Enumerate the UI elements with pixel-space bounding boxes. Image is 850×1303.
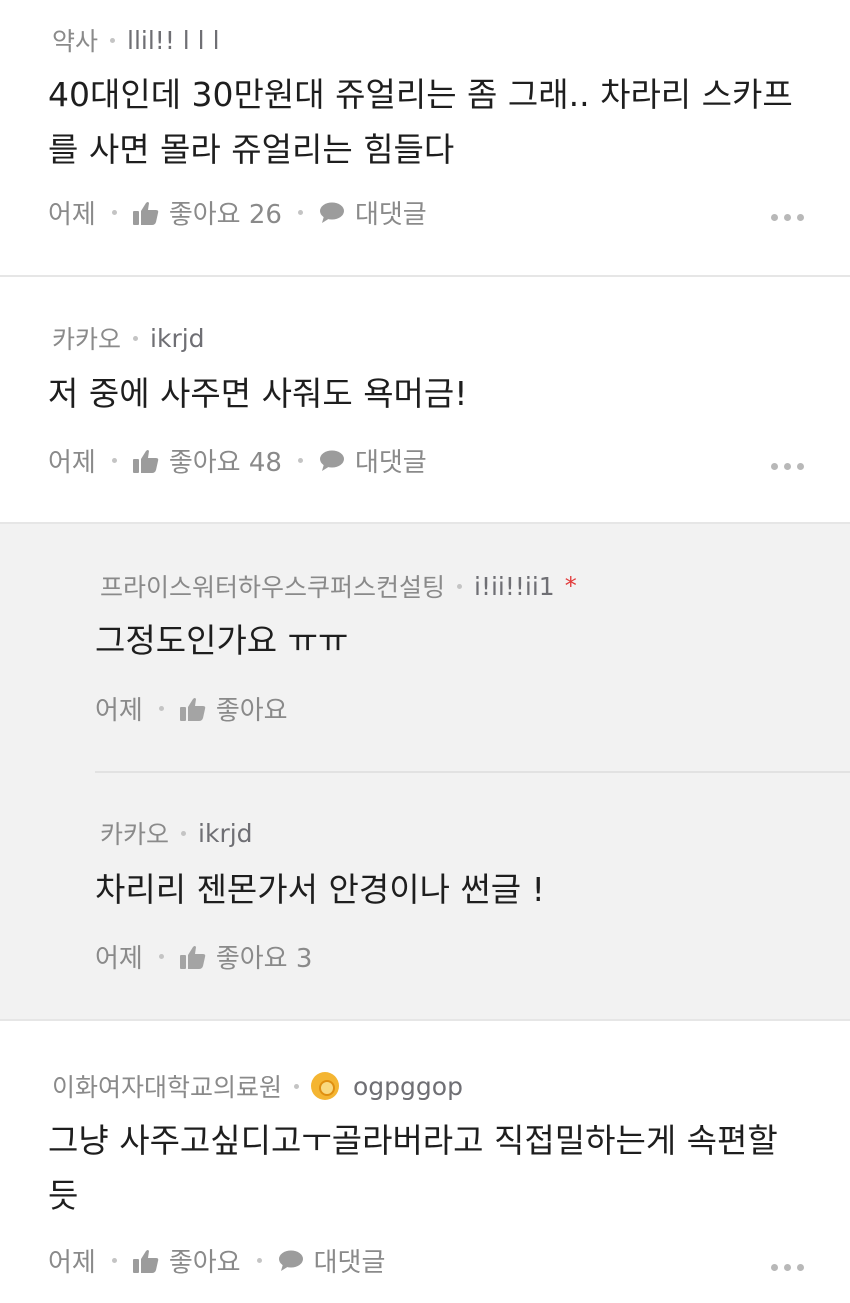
like-label: 좋아요 [168, 1248, 241, 1278]
like-count-label: 좋아요 3 [215, 944, 313, 974]
affiliation-label: 약사 [52, 27, 99, 56]
separator-dot [158, 706, 164, 711]
comment-text-line: 듯 [48, 1176, 79, 1215]
comment-item: 약사 llil!! l l l 40대인데 30만원대 쥬얼리는 좀 그래.. … [0, 0, 850, 275]
comment-item: 이화여자대학교의료원 ogpggop 그냥 사주고싶디고ㅜ골라버라고 직접밀하는… [0, 1021, 850, 1303]
comment-item: 카카오 ikrjd 저 중에 사주면 사줘도 욕머금! 어제 좋아요 48 대댓… [0, 277, 850, 523]
separator-dot [158, 954, 164, 959]
reply-label: 대댓글 [354, 200, 427, 230]
like-button[interactable]: 좋아요 3 [179, 938, 313, 975]
separator-dot [256, 1258, 262, 1263]
reply-text: 차리리 젠몬가서 안경이나 썬글 ! [95, 870, 545, 909]
username-link[interactable]: llil!! l l l [127, 26, 220, 55]
reply-label: 대댓글 [313, 1248, 386, 1278]
reply-label: 대댓글 [354, 448, 427, 478]
affiliation-label: 이화여자대학교의료원 [52, 1073, 283, 1102]
comment-actions: 어제 좋아요 48 대댓글 [48, 442, 427, 479]
like-count-label: 좋아요 48 [168, 448, 282, 478]
separator-dot [110, 37, 116, 43]
comment-text-line: 그냥 사주고싶디고ㅜ골라버라고 직접밀하는게 속편할 [48, 1121, 778, 1160]
reply-button[interactable]: 대댓글 [319, 442, 427, 479]
speech-bubble-icon [278, 1250, 303, 1271]
comment-text-line: 를 사면 몰라 쥬얼리는 힘들다 [48, 130, 455, 169]
reply-actions: 어제 좋아요 3 [95, 938, 312, 975]
reply-meta: 프라이스워터하우스쿠퍼스컨설팅 i!ii!!ii1 * [100, 568, 577, 604]
separator-dot [133, 335, 139, 341]
separator-dot [297, 210, 303, 215]
more-options-icon[interactable] [771, 463, 804, 470]
replies-section: 프라이스워터하우스쿠퍼스컨설팅 i!ii!!ii1 * 그정도인가요 ㅠㅠ 어제… [0, 524, 850, 1019]
separator-dot [294, 1083, 300, 1089]
speech-bubble-icon [319, 450, 344, 471]
author-marker: * [564, 572, 577, 600]
like-button[interactable]: 좋아요 [132, 1242, 241, 1279]
reply-button[interactable]: 대댓글 [278, 1242, 386, 1279]
username-link[interactable]: i!ii!!ii1 [474, 572, 555, 601]
comment-time: 어제 [48, 200, 96, 230]
comment-meta: 카카오 ikrjd [52, 320, 205, 356]
reply-time: 어제 [95, 696, 143, 726]
comment-text: 저 중에 사주면 사줘도 욕머금! [48, 366, 468, 421]
thumbs-up-icon [179, 697, 206, 721]
reply-button[interactable]: 대댓글 [319, 194, 427, 231]
like-label: 좋아요 [215, 696, 288, 726]
comment-meta: 이화여자대학교의료원 ogpggop [52, 1068, 463, 1104]
reply-meta: 카카오 ikrjd [100, 815, 253, 851]
username-link[interactable]: ikrjd [198, 819, 253, 848]
like-button[interactable]: 좋아요 48 [132, 442, 282, 479]
like-button[interactable]: 좋아요 [179, 690, 288, 727]
thumbs-up-icon [132, 449, 159, 473]
comment-text: 40대인데 30만원대 쥬얼리는 좀 그래.. 차라리 스카프 를 사면 몰라 … [48, 67, 793, 177]
more-options-icon[interactable] [771, 1264, 804, 1271]
comment-text: 그냥 사주고싶디고ㅜ골라버라고 직접밀하는게 속편할 듯 [48, 1113, 778, 1223]
username-link[interactable]: ikrjd [150, 324, 205, 353]
comment-time: 어제 [48, 448, 96, 478]
thumbs-up-icon [179, 945, 206, 969]
affiliation-label: 카카오 [52, 325, 122, 354]
separator-dot [181, 830, 187, 836]
comment-actions: 어제 좋아요 26 대댓글 [48, 194, 427, 231]
speech-bubble-icon [319, 202, 344, 223]
separator-dot [297, 458, 303, 463]
comment-actions: 어제 좋아요 대댓글 [48, 1242, 385, 1279]
reply-text: 그정도인가요 ㅠㅠ [95, 621, 349, 660]
comment-meta: 약사 llil!! l l l [52, 22, 220, 58]
thumbs-up-icon [132, 201, 159, 225]
username-link[interactable]: ogpggop [353, 1072, 463, 1101]
reply-divider [95, 771, 850, 773]
separator-dot [111, 1258, 117, 1263]
reply-time: 어제 [95, 944, 143, 974]
sun-badge-icon [311, 1072, 340, 1100]
comment-text-line: 40대인데 30만원대 쥬얼리는 좀 그래.. 차라리 스카프 [48, 75, 793, 114]
like-count-label: 좋아요 26 [168, 200, 282, 230]
separator-dot [111, 458, 117, 463]
more-options-icon[interactable] [771, 214, 804, 221]
separator-dot [111, 210, 117, 215]
affiliation-label: 프라이스워터하우스쿠퍼스컨설팅 [100, 573, 446, 602]
comment-time: 어제 [48, 1248, 96, 1278]
reply-actions: 어제 좋아요 [95, 690, 288, 727]
affiliation-label: 카카오 [100, 820, 170, 849]
comment-text-line: 저 중에 사주면 사줘도 욕머금! [48, 374, 468, 413]
separator-dot [457, 583, 463, 589]
thumbs-up-icon [132, 1249, 159, 1273]
like-button[interactable]: 좋아요 26 [132, 194, 282, 231]
